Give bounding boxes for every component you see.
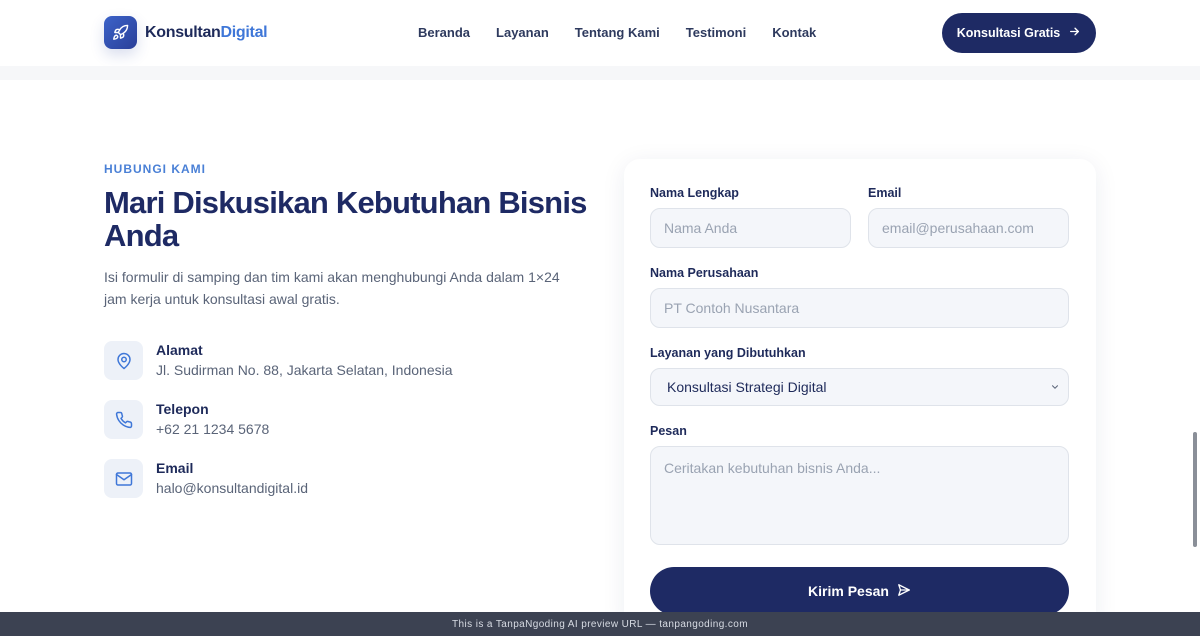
contact-item-phone: Telepon +62 21 1234 5678 [104,400,269,439]
page-scrollbar-thumb[interactable] [1193,432,1197,547]
service-select-value: Konsultasi Strategi Digital [667,379,827,395]
submit-label: Kirim Pesan [808,583,889,599]
preview-notice-bar: This is a TanpaNgoding AI preview URL — … [0,612,1200,636]
section-eyebrow: HUBUNGI KAMI [104,162,206,176]
section-lead: Isi formulir di samping dan tim kami aka… [104,269,560,307]
email-input[interactable]: email@perusahaan.com [868,208,1069,248]
logo-text: KonsultanDigital [145,23,268,42]
free-consultation-button[interactable]: Konsultasi Gratis [942,13,1096,53]
logo-text-part2: Digital [220,23,268,41]
name-field-label: Nama Lengkap [650,186,739,200]
phone-value: +62 21 1234 5678 [156,421,270,437]
submit-button[interactable]: Kirim Pesan [650,567,1069,615]
header-divider-band [0,66,1200,80]
map-pin-icon [104,341,143,380]
nav-item-kontak[interactable]: Kontak [772,25,816,40]
email-field-label: Email [868,186,902,200]
phone-icon [104,400,143,439]
logo[interactable]: KonsultanDigital [104,16,268,49]
message-textarea[interactable]: Ceritakan kebutuhan bisnis Anda... [650,446,1069,545]
nav-item-tentang-kami[interactable]: Tentang Kami [575,25,660,40]
address-value: Jl. Sudirman No. 88, Jakarta Selatan, In… [156,362,453,378]
nav-item-beranda[interactable]: Beranda [418,25,470,40]
contact-item-address: Alamat Jl. Sudirman No. 88, Jakarta Sela… [104,341,453,380]
arrow-right-icon [1068,25,1081,41]
address-label: Alamat [156,342,203,358]
rocket-icon [104,16,137,49]
section-title: Mari Diskusikan Kebutuhan Bisnis Anda [104,185,587,253]
nav-item-layanan[interactable]: Layanan [496,25,549,40]
mail-icon [104,459,143,498]
main-nav: Beranda Layanan Tentang Kami Testimoni K… [418,25,816,40]
send-icon [897,583,911,600]
company-input[interactable]: PT Contoh Nusantara [650,288,1069,328]
nav-item-testimoni[interactable]: Testimoni [686,25,746,40]
contact-item-email: Email halo@konsultandigital.id [104,459,308,498]
site-header: KonsultanDigital Beranda Layanan Tentang… [0,0,1200,66]
name-input[interactable]: Nama Anda [650,208,851,248]
message-field-label: Pesan [650,424,687,438]
service-select[interactable]: Konsultasi Strategi Digital [650,368,1069,406]
email-value: halo@konsultandigital.id [156,480,308,496]
logo-text-part1: Konsultan [145,23,221,41]
phone-label: Telepon [156,401,209,417]
email-label: Email [156,460,194,476]
service-field-label: Layanan yang Dibutuhkan [650,346,806,360]
chevron-down-icon [1050,379,1060,395]
preview-notice-text: This is a TanpaNgoding AI preview URL — … [452,618,748,630]
company-field-label: Nama Perusahaan [650,266,759,280]
free-consultation-label: Konsultasi Gratis [956,26,1061,40]
